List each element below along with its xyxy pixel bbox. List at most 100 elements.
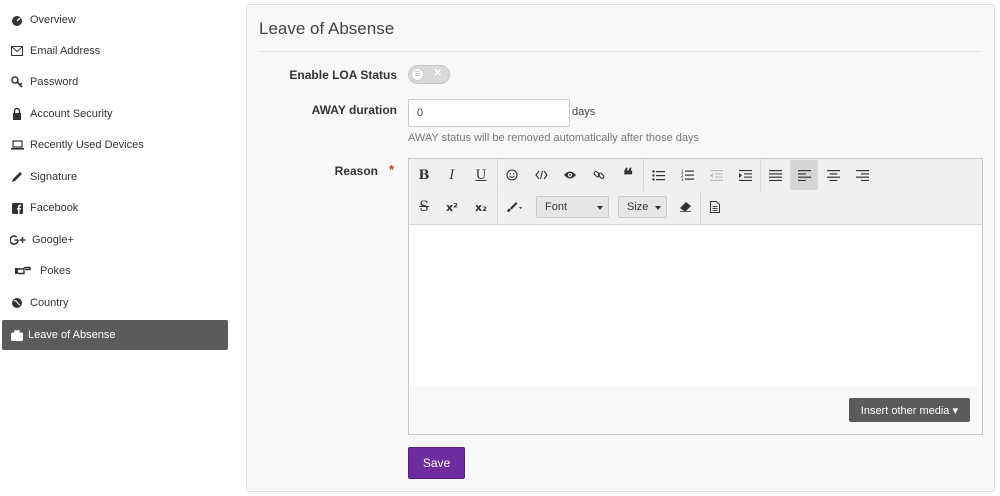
duration-unit: days bbox=[572, 106, 596, 118]
chevron-down-icon bbox=[597, 206, 603, 210]
sidebar-item-email-address[interactable]: Email Address bbox=[2, 36, 228, 66]
reason-label: Reason bbox=[334, 164, 378, 178]
editor-footer: Insert other media ▾ bbox=[409, 387, 982, 434]
laptop-icon bbox=[10, 138, 24, 152]
link-icon bbox=[593, 171, 605, 179]
emoji-button[interactable] bbox=[498, 160, 526, 190]
eraser-icon bbox=[679, 202, 691, 212]
reason-text-area[interactable] bbox=[409, 225, 982, 387]
duration-help-text: AWAY status will be removed automaticall… bbox=[408, 132, 700, 144]
italic-button[interactable]: I bbox=[438, 160, 466, 190]
hand-point-icon bbox=[14, 264, 32, 278]
sidebar-item-overview[interactable]: Overview bbox=[2, 5, 228, 35]
editor-toolbar: B I U ❝ 123 S x² x₂ Font Size bbox=[409, 159, 982, 225]
strikethrough-button[interactable]: S bbox=[410, 192, 438, 222]
lock-icon bbox=[10, 107, 24, 121]
font-select-value: Font bbox=[545, 201, 568, 213]
subscript-icon: x₂ bbox=[475, 200, 487, 214]
dashboard-icon bbox=[10, 13, 24, 27]
preview-button[interactable] bbox=[556, 160, 584, 190]
bullet-list-icon bbox=[651, 169, 665, 181]
outdent-button[interactable] bbox=[702, 160, 730, 190]
paintbrush-icon bbox=[507, 202, 522, 212]
sidebar-item-pokes[interactable]: Pokes bbox=[2, 256, 228, 286]
strikethrough-icon: S bbox=[419, 199, 429, 215]
sidebar-item-label: Country bbox=[30, 297, 69, 309]
numbered-list-icon: 123 bbox=[681, 169, 694, 181]
away-duration-label: AWAY duration bbox=[311, 103, 397, 117]
align-left-button[interactable] bbox=[790, 160, 818, 190]
align-justify-icon bbox=[768, 169, 782, 181]
sidebar-item-label: Account Security bbox=[30, 108, 113, 120]
outdent-icon bbox=[709, 169, 723, 181]
text-color-button[interactable] bbox=[500, 192, 528, 222]
numbered-list-button[interactable]: 123 bbox=[673, 160, 701, 190]
indent-icon bbox=[738, 169, 752, 181]
subscript-button[interactable]: x₂ bbox=[467, 192, 495, 222]
align-left-icon bbox=[797, 169, 811, 181]
leave-of-absense-panel: Leave of Absense Enable LOA Status ☰ ✕ A… bbox=[246, 4, 995, 492]
bold-button[interactable]: B bbox=[410, 160, 438, 190]
insert-other-media-button[interactable]: Insert other media ▾ bbox=[848, 398, 970, 422]
underline-icon: U bbox=[475, 167, 487, 183]
align-right-button[interactable] bbox=[848, 160, 876, 190]
sidebar-item-recently-used-devices[interactable]: Recently Used Devices bbox=[2, 130, 228, 160]
away-duration-input[interactable] bbox=[408, 99, 570, 127]
pencil-icon bbox=[10, 170, 24, 184]
font-select[interactable]: Font bbox=[536, 196, 609, 218]
italic-icon: I bbox=[449, 167, 455, 183]
code-icon bbox=[534, 170, 548, 180]
eye-icon bbox=[564, 171, 576, 179]
sidebar-item-label: Overview bbox=[30, 14, 76, 26]
superscript-icon: x² bbox=[446, 200, 458, 214]
sidebar-item-label: Pokes bbox=[40, 265, 71, 277]
google-plus-icon bbox=[10, 233, 26, 247]
sidebar-item-google-plus[interactable]: Google+ bbox=[2, 225, 228, 255]
loa-status-toggle[interactable]: ☰ ✕ bbox=[408, 65, 450, 84]
toolbar-divider bbox=[497, 192, 498, 224]
close-icon: ✕ bbox=[433, 68, 442, 79]
sidebar-item-label: Leave of Absense bbox=[28, 329, 116, 341]
page-title: Leave of Absense bbox=[259, 19, 395, 38]
svg-text:3: 3 bbox=[681, 177, 684, 181]
bullet-list-button[interactable] bbox=[644, 160, 672, 190]
sidebar: Overview Email Address Password Account … bbox=[0, 0, 232, 496]
bold-icon: B bbox=[418, 167, 430, 183]
clear-format-button[interactable] bbox=[671, 192, 699, 222]
sidebar-item-facebook[interactable]: Facebook bbox=[2, 193, 228, 223]
chevron-down-icon bbox=[655, 206, 661, 210]
globe-icon bbox=[10, 296, 24, 310]
size-select[interactable]: Size bbox=[618, 196, 667, 218]
title-divider bbox=[259, 51, 982, 52]
sidebar-item-label: Google+ bbox=[32, 234, 74, 246]
justify-button[interactable] bbox=[761, 160, 789, 190]
sidebar-item-password[interactable]: Password bbox=[2, 67, 228, 97]
link-button[interactable] bbox=[585, 160, 613, 190]
sidebar-item-account-security[interactable]: Account Security bbox=[2, 99, 228, 129]
save-button[interactable]: Save bbox=[408, 447, 465, 479]
toggle-knob: ☰ bbox=[411, 68, 424, 81]
loa-status-label: Enable LOA Status bbox=[289, 68, 397, 82]
required-marker: * bbox=[389, 162, 395, 177]
suitcase-icon bbox=[10, 328, 24, 342]
reason-editor: B I U ❝ 123 S x² x₂ Font Size Insert oth… bbox=[408, 158, 983, 435]
align-center-icon bbox=[826, 169, 840, 181]
indent-button[interactable] bbox=[731, 160, 759, 190]
sidebar-item-label: Password bbox=[30, 76, 79, 88]
envelope-icon bbox=[10, 44, 24, 58]
underline-button[interactable]: U bbox=[467, 160, 495, 190]
sidebar-item-country[interactable]: Country bbox=[2, 288, 228, 318]
key-icon bbox=[10, 75, 24, 89]
sidebar-item-label: Signature bbox=[30, 171, 78, 183]
blockquote-button[interactable]: ❝ bbox=[614, 160, 642, 190]
sidebar-item-label: Facebook bbox=[30, 202, 79, 214]
smiley-icon bbox=[506, 169, 518, 181]
align-center-button[interactable] bbox=[819, 160, 847, 190]
sidebar-item-leave-of-absense[interactable]: Leave of Absense bbox=[2, 320, 228, 350]
source-button[interactable] bbox=[701, 192, 729, 222]
sidebar-item-label: Email Address bbox=[30, 45, 101, 57]
facebook-icon bbox=[10, 201, 24, 215]
sidebar-item-signature[interactable]: Signature bbox=[2, 162, 228, 192]
code-button[interactable] bbox=[527, 160, 555, 190]
superscript-button[interactable]: x² bbox=[438, 192, 466, 222]
